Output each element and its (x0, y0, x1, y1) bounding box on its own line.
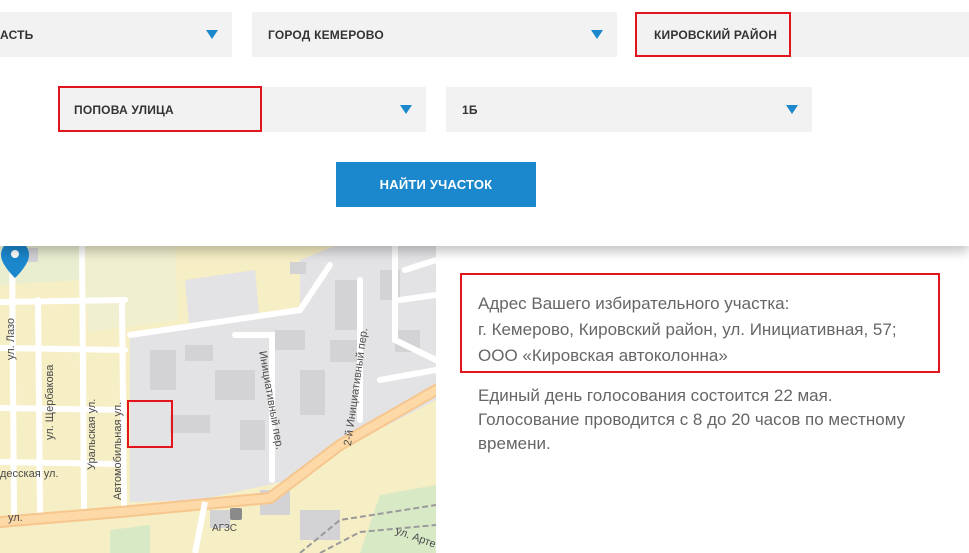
map-label-agzs: АГЗС (212, 523, 238, 534)
district-select-value: КИРОВСКИЙ РАЙОН (654, 27, 778, 42)
address-line: г. Кемерово, Кировский район, ул. Инициа… (478, 320, 897, 339)
city-select[interactable]: ГОРОД КЕМЕРОВО (252, 12, 617, 57)
chevron-down-icon (591, 30, 603, 39)
address-organization: ООО «Кировская автоколонна» (478, 346, 728, 365)
city-select-value: ГОРОД КЕМЕРОВО (268, 27, 384, 42)
map-label-ul-bottom: ул. (8, 512, 23, 524)
house-select[interactable]: 1Б (446, 87, 812, 132)
voting-date-text: Единый день голосования состоится 22 мая… (478, 386, 833, 405)
region-select-value: АСТЬ (0, 27, 34, 42)
polling-station-address: Адрес Вашего избирательного участка: г. … (460, 273, 940, 373)
region-select[interactable]: АСТЬ (0, 12, 232, 57)
address-title: Адрес Вашего избирательного участка: (478, 294, 790, 313)
street-select[interactable]: ПОПОВА УЛИЦА (58, 87, 426, 132)
street-select-value: ПОПОВА УЛИЦА (74, 102, 174, 117)
map-label-uralskaya: Уральская ул. (86, 398, 98, 470)
map-label-lazo: ул. Лазо (5, 317, 17, 360)
map-label-avtomobilnaya: Автомобильная ул. (112, 401, 124, 500)
chevron-down-icon (786, 105, 798, 114)
voting-hours-text: Голосование проводится с 8 до 20 часов п… (478, 410, 906, 429)
search-form-panel: АСТЬ ГОРОД КЕМЕРОВО КИРОВСКИЙ РАЙОН ПОПО… (0, 0, 969, 246)
map-view[interactable]: ул. Лазо ул. Щербакова Уральская ул. Авт… (0, 240, 436, 553)
voting-info: Единый день голосования состоится 22 мая… (478, 384, 958, 456)
map-label-shcherbakova: ул. Щербакова (44, 364, 56, 440)
map-label-odesskaya: десская ул. (0, 468, 59, 480)
house-select-value: 1Б (462, 102, 478, 117)
chevron-down-icon (400, 105, 412, 114)
district-select[interactable]: КИРОВСКИЙ РАЙОН (635, 12, 969, 57)
map-canvas (0, 240, 436, 553)
gas-station-icon (230, 508, 242, 520)
chevron-down-icon (206, 30, 218, 39)
find-station-button[interactable]: НАЙТИ УЧАСТОК (336, 162, 536, 207)
map-pin-icon[interactable] (0, 240, 30, 280)
voting-hours-text-end: времени. (478, 434, 551, 453)
